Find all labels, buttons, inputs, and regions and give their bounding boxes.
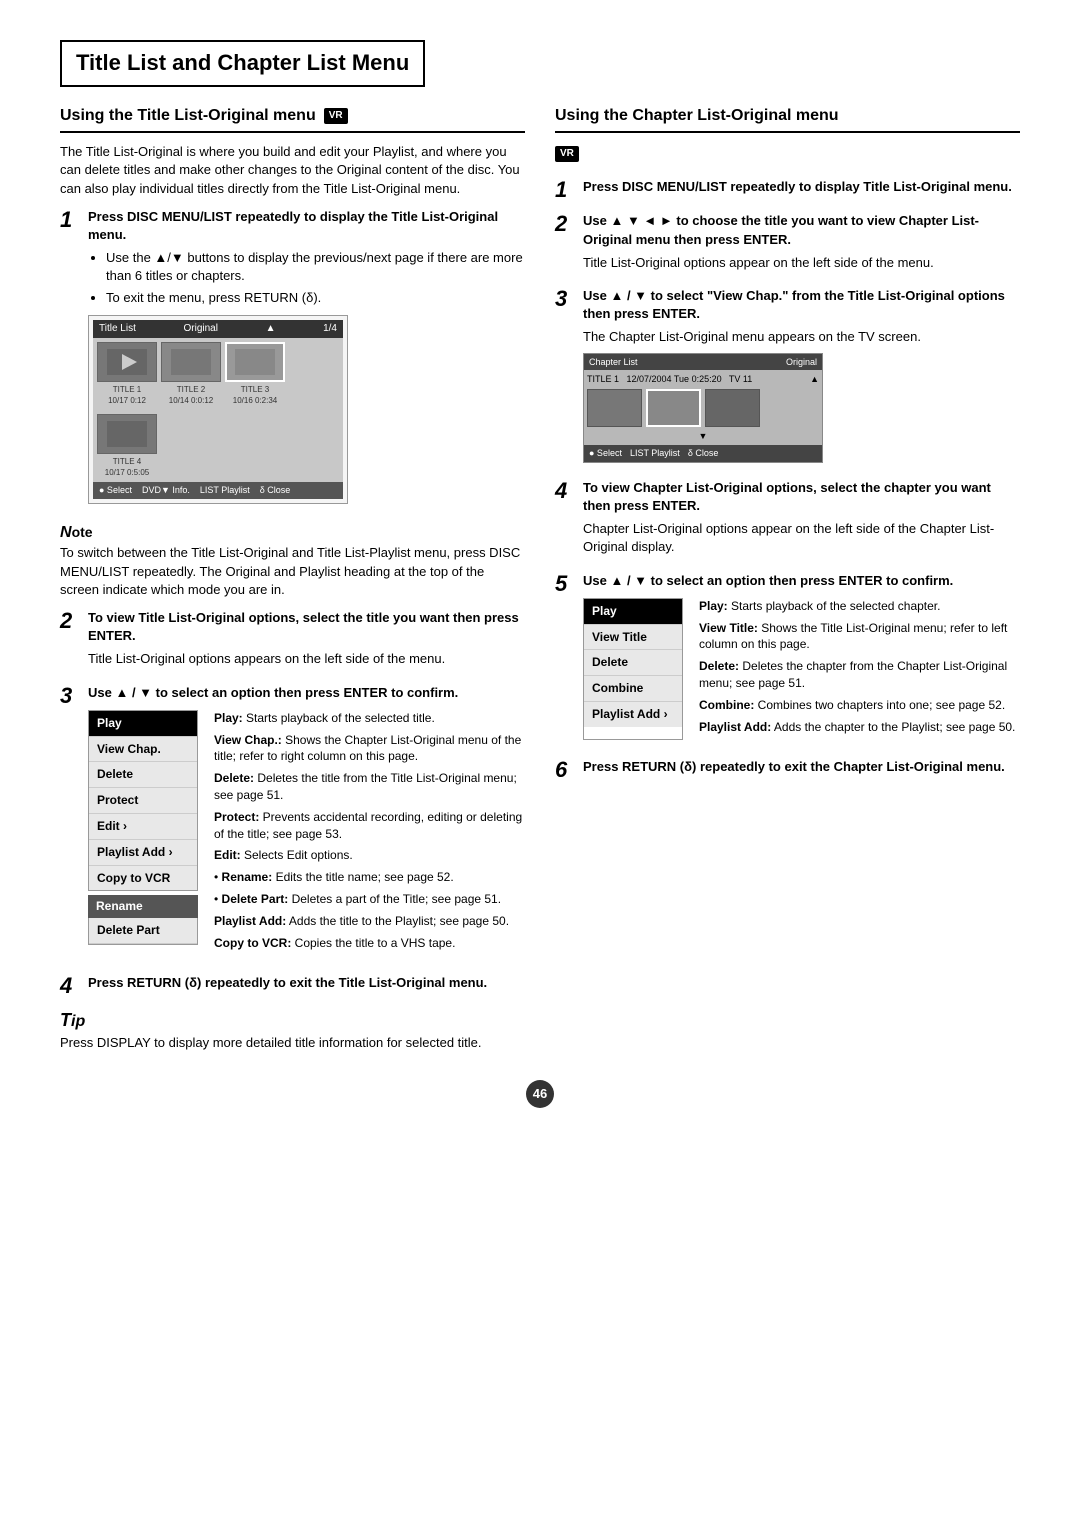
- left-intro: The Title List-Original is where you bui…: [60, 143, 525, 198]
- bullet-item: To exit the menu, press RETURN (δ).: [106, 289, 525, 307]
- page-number: 46: [526, 1080, 554, 1108]
- menu-item-copy-to-vcr[interactable]: Copy to VCR: [89, 866, 197, 891]
- thumb-title3: [225, 342, 285, 382]
- right-column: Using the Chapter List-Original menu VR …: [555, 105, 1020, 1060]
- step4-right-bold: To view Chapter List-Original options, s…: [583, 480, 991, 513]
- step-3-left: 3 Use ▲ / ▼ to select an option then pre…: [60, 684, 525, 965]
- vr-badge-right: VR: [555, 146, 579, 162]
- step-2-left: 2 To view Title List-Original options, s…: [60, 609, 525, 674]
- step3-left-bold: Use ▲ / ▼ to select an option then press…: [88, 685, 458, 700]
- right-section-title: Using the Chapter List-Original menu: [555, 105, 1020, 133]
- options-desc-left: Play: Starts playback of the selected ti…: [214, 710, 525, 957]
- step2-left-text: Title List-Original options appears on t…: [88, 650, 525, 668]
- vr-badge-left: VR: [324, 108, 348, 124]
- menu-item-play[interactable]: Play: [89, 711, 197, 737]
- rename-sub: Delete Part: [88, 918, 198, 945]
- menu-item-view-chap[interactable]: View Chap.: [89, 737, 197, 763]
- step4-right-text: Chapter List-Original options appear on …: [583, 520, 1020, 556]
- menu-item-delete-right[interactable]: Delete: [584, 650, 682, 676]
- menu-item-playlist-add[interactable]: Playlist Add: [89, 840, 197, 866]
- screen-header-1: Title List Original ▲ 1/4: [93, 320, 343, 338]
- step6-right-bold: Press RETURN (δ) repeatedly to exit the …: [583, 759, 1005, 774]
- left-section-title: Using the Title List-Original menu VR: [60, 105, 525, 133]
- thumb-ch3: [705, 389, 760, 427]
- menu-item-edit[interactable]: Edit: [89, 814, 197, 840]
- step-6-right: 6 Press RETURN (δ) repeatedly to exit th…: [555, 758, 1020, 782]
- menu-item-delete[interactable]: Delete: [89, 762, 197, 788]
- step-4-left: 4 Press RETURN (δ) repeatedly to exit th…: [60, 974, 525, 998]
- options-desc-right: Play: Starts playback of the selected ch…: [699, 598, 1020, 741]
- thumb-title4: [97, 414, 157, 454]
- thumb-title1: [97, 342, 157, 382]
- rename-header: Rename: [88, 895, 198, 918]
- note-text: To switch between the Title List-Origina…: [60, 544, 525, 599]
- options-panel-left: Play View Chap. Delete Protect Edit Play…: [88, 710, 525, 957]
- screen-header-2: Chapter List Original: [584, 354, 822, 371]
- page-footer: 46: [60, 1080, 1020, 1108]
- step-5-right: 5 Use ▲ / ▼ to select an option then pre…: [555, 572, 1020, 749]
- screen-footer-2: ● Select LIST Playlist δ Close: [584, 445, 822, 462]
- step2-right-bold: Use ▲ ▼ ◄ ► to choose the title you want…: [583, 213, 979, 246]
- screen-mockup-2: Chapter List Original TITLE 1 12/07/2004…: [583, 353, 823, 463]
- step-1-left: 1 Press DISC MENU/LIST repeatedly to dis…: [60, 208, 525, 512]
- menu-item-protect[interactable]: Protect: [89, 788, 197, 814]
- rename-section: Rename Delete Part: [88, 895, 198, 945]
- tip-text: Press DISPLAY to display more detailed t…: [60, 1034, 525, 1052]
- bullet-item: Use the ▲/▼ buttons to display the previ…: [106, 249, 525, 285]
- menu-list-right: Play View Title Delete Combine Playlist …: [583, 598, 683, 741]
- thumb-ch1: [587, 389, 642, 427]
- left-column: Using the Title List-Original menu VR Th…: [60, 105, 525, 1060]
- screen-footer-1: ● Select DVD▼ Info. LIST Playlist δ Clos…: [93, 482, 343, 499]
- thumb-ch2: [646, 389, 701, 427]
- menu-item-combine[interactable]: Combine: [584, 676, 682, 702]
- page-title: Title List and Chapter List Menu: [60, 40, 425, 87]
- options-panel-right: Play View Title Delete Combine Playlist …: [583, 598, 1020, 741]
- menu-item-play-right[interactable]: Play: [584, 599, 682, 625]
- step1-right-bold: Press DISC MENU/LIST repeatedly to displ…: [583, 179, 1012, 194]
- note-box: Note To switch between the Title List-Or…: [60, 522, 525, 599]
- step-1-right: 1 Press DISC MENU/LIST repeatedly to dis…: [555, 178, 1020, 202]
- step1-left-bullets: Use the ▲/▼ buttons to display the previ…: [106, 249, 525, 307]
- step-3-right: 3 Use ▲ / ▼ to select "View Chap." from …: [555, 287, 1020, 469]
- step3-right-bold: Use ▲ / ▼ to select "View Chap." from th…: [583, 288, 1005, 321]
- step2-right-text: Title List-Original options appear on th…: [583, 254, 1020, 272]
- menu-item-view-title[interactable]: View Title: [584, 625, 682, 651]
- step3-right-text: The Chapter List-Original menu appears o…: [583, 328, 1020, 346]
- screen-mockup-1: Title List Original ▲ 1/4 TITLE 110/17 0…: [88, 315, 348, 504]
- tip-box: Tip Press DISPLAY to display more detail…: [60, 1008, 525, 1052]
- step2-left-bold: To view Title List-Original options, sel…: [88, 610, 519, 643]
- menu-item-playlist-add-right[interactable]: Playlist Add: [584, 702, 682, 727]
- step-4-right: 4 To view Chapter List-Original options,…: [555, 479, 1020, 562]
- step-2-right: 2 Use ▲ ▼ ◄ ► to choose the title you wa…: [555, 212, 1020, 277]
- menu-item-delete-part[interactable]: Delete Part: [89, 918, 197, 944]
- menu-list-left: Play View Chap. Delete Protect Edit Play…: [88, 710, 198, 957]
- thumb-title2: [161, 342, 221, 382]
- screen-body-1: TITLE 110/17 0:12 TITLE 210/14 0:0:12: [93, 338, 343, 483]
- step5-right-bold: Use ▲ / ▼ to select an option then press…: [583, 573, 953, 588]
- step4-left-bold: Press RETURN (δ) repeatedly to exit the …: [88, 975, 487, 990]
- step1-left-bold: Press DISC MENU/LIST repeatedly to displ…: [88, 209, 498, 242]
